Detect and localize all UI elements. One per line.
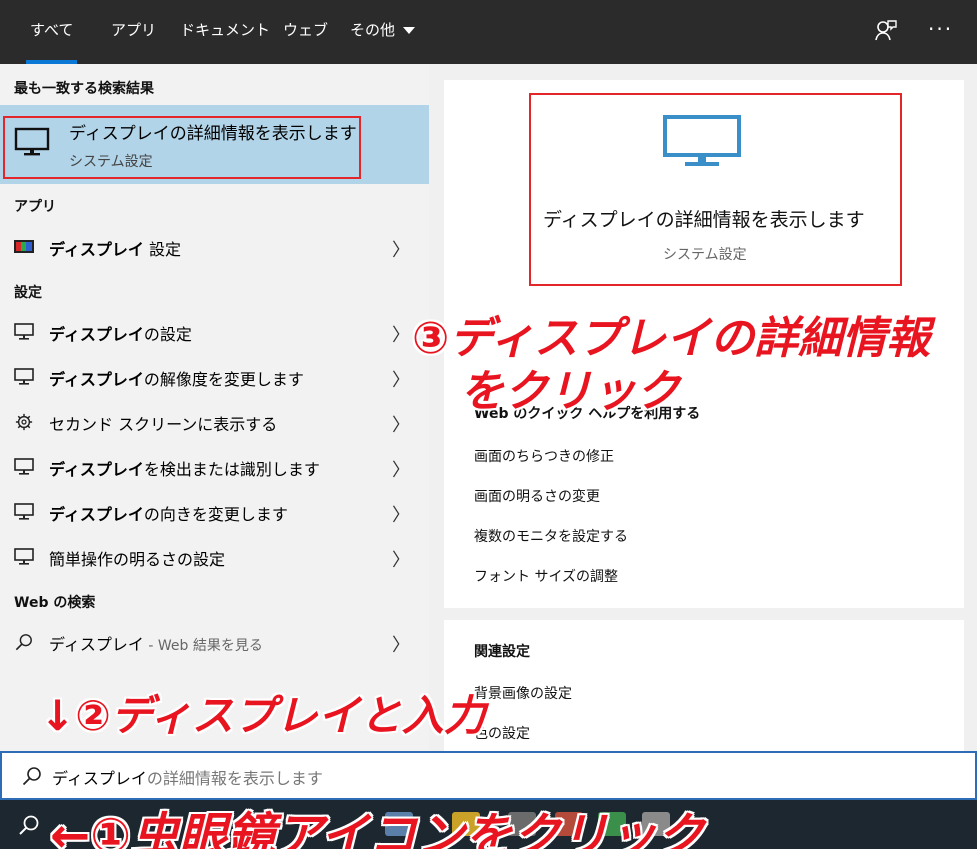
- settings-header: 設定: [14, 285, 42, 301]
- search-input-text: ディスプレイの詳細情報を表示します: [52, 765, 323, 789]
- settings-item-label-bold: ディスプレイ: [49, 370, 144, 389]
- settings-item-label-rest: 簡単操作の明るさの設定: [49, 550, 226, 569]
- settings-item-label: セカンド スクリーンに表示する: [49, 411, 277, 435]
- web-help-link[interactable]: 画面の明るさの変更: [474, 486, 600, 506]
- settings-item-label: ディスプレイの向きを変更します: [49, 501, 288, 525]
- feedback-icon[interactable]: [874, 18, 898, 42]
- settings-item-label: ディスプレイを検出または識別します: [49, 456, 320, 480]
- chevron-right-icon[interactable]: 〉: [392, 456, 410, 482]
- more-options-icon[interactable]: ···: [928, 17, 953, 41]
- chevron-right-icon[interactable]: 〉: [392, 631, 410, 657]
- search-scope-tabs: すべて アプリ ドキュメント ウェブ その他 ···: [0, 0, 977, 64]
- monitor-icon: [14, 503, 34, 520]
- tab-more[interactable]: その他: [350, 0, 416, 64]
- tab-all[interactable]: すべて: [25, 0, 78, 64]
- settings-item-label-bold: ディスプレイ: [49, 325, 144, 344]
- settings-item-label: ディスプレイの設定: [49, 321, 192, 345]
- app-item-label-bold: ディスプレイ: [49, 240, 144, 259]
- settings-item-label: ディスプレイの解像度を変更します: [49, 366, 304, 390]
- settings-item-label-rest: セカンド スクリーンに表示する: [49, 415, 278, 434]
- chevron-right-icon[interactable]: 〉: [392, 366, 410, 392]
- results-list: 最も一致する検索結果 ディスプレイの詳細情報を表示します システム設定 アプリ …: [0, 64, 429, 751]
- settings-item-label: 簡単操作の明るさの設定: [49, 546, 225, 570]
- tab-web[interactable]: ウェブ: [283, 0, 328, 64]
- settings-item-label-rest: の設定: [143, 325, 192, 344]
- chevron-right-icon[interactable]: 〉: [392, 411, 410, 437]
- search-icon: [15, 634, 32, 651]
- settings-item[interactable]: 簡単操作の明るさの設定 〉: [0, 536, 429, 578]
- app-item-label: ディスプレイ 設定: [49, 236, 181, 260]
- search-typed-text: ディスプレイ: [52, 769, 147, 788]
- monitor-icon: [14, 323, 34, 340]
- settings-item-label-rest: の解像度を変更します: [143, 370, 304, 389]
- apps-header: アプリ: [14, 199, 56, 215]
- chevron-right-icon[interactable]: 〉: [392, 236, 410, 262]
- web-search-item[interactable]: ディスプレイ - Web 結果を見る 〉: [0, 621, 429, 663]
- display-settings-app-icon: [14, 240, 34, 253]
- annotation-step1: ←①虫眼鏡アイコンをクリック: [50, 808, 705, 849]
- search-icon: [22, 767, 41, 786]
- monitor-icon: [14, 548, 34, 565]
- settings-item[interactable]: ディスプレイの解像度を変更します 〉: [0, 356, 429, 398]
- app-item-label-rest: 設定: [143, 240, 181, 259]
- monitor-icon: [14, 368, 34, 385]
- settings-item-label-bold: ディスプレイ: [49, 460, 144, 479]
- search-icon[interactable]: [18, 814, 40, 836]
- settings-item[interactable]: ディスプレイを検出または識別します 〉: [0, 446, 429, 488]
- web-search-suffix: - Web 結果を見る: [143, 638, 263, 654]
- settings-item-label-rest: を検出または識別します: [143, 460, 320, 479]
- chevron-right-icon[interactable]: 〉: [392, 546, 410, 572]
- annotation-step2: ↓②ディスプレイと入力: [40, 691, 486, 740]
- monitor-icon: [14, 458, 34, 475]
- settings-item-label-rest: の向きを変更します: [143, 505, 288, 524]
- web-help-link[interactable]: 画面のちらつきの修正: [474, 446, 614, 466]
- highlight-box: [529, 93, 902, 286]
- search-autocomplete-text: の詳細情報を表示します: [146, 769, 323, 788]
- gear-icon: [15, 413, 33, 431]
- settings-item[interactable]: ディスプレイの向きを変更します 〉: [0, 491, 429, 533]
- tab-documents[interactable]: ドキュメント: [180, 0, 270, 64]
- annotation-step3-line2: をクリック: [460, 366, 680, 417]
- highlight-box: [3, 116, 361, 179]
- chevron-right-icon[interactable]: 〉: [392, 501, 410, 527]
- tab-more-label: その他: [350, 21, 396, 39]
- web-search-item-label: ディスプレイ - Web 結果を見る: [49, 631, 263, 655]
- web-search-query: ディスプレイ: [49, 635, 144, 654]
- web-help-link[interactable]: 複数のモニタを設定する: [474, 526, 628, 546]
- related-settings-header: 関連設定: [474, 644, 530, 660]
- search-input[interactable]: ディスプレイの詳細情報を表示します: [0, 751, 977, 800]
- best-match-header: 最も一致する検索結果: [14, 81, 154, 97]
- app-item-display-settings[interactable]: ディスプレイ 設定 〉: [0, 226, 429, 268]
- settings-item[interactable]: ディスプレイの設定 〉: [0, 311, 429, 353]
- settings-item-label-bold: ディスプレイ: [49, 505, 144, 524]
- chevron-down-icon: [403, 27, 416, 34]
- settings-item[interactable]: セカンド スクリーンに表示する 〉: [0, 401, 429, 443]
- chevron-right-icon[interactable]: 〉: [392, 321, 410, 347]
- related-link[interactable]: 背景画像の設定: [474, 683, 572, 703]
- web-help-link[interactable]: フォント サイズの調整: [474, 566, 618, 586]
- tab-apps[interactable]: アプリ: [111, 0, 156, 64]
- web-search-header: Web の検索: [14, 595, 96, 611]
